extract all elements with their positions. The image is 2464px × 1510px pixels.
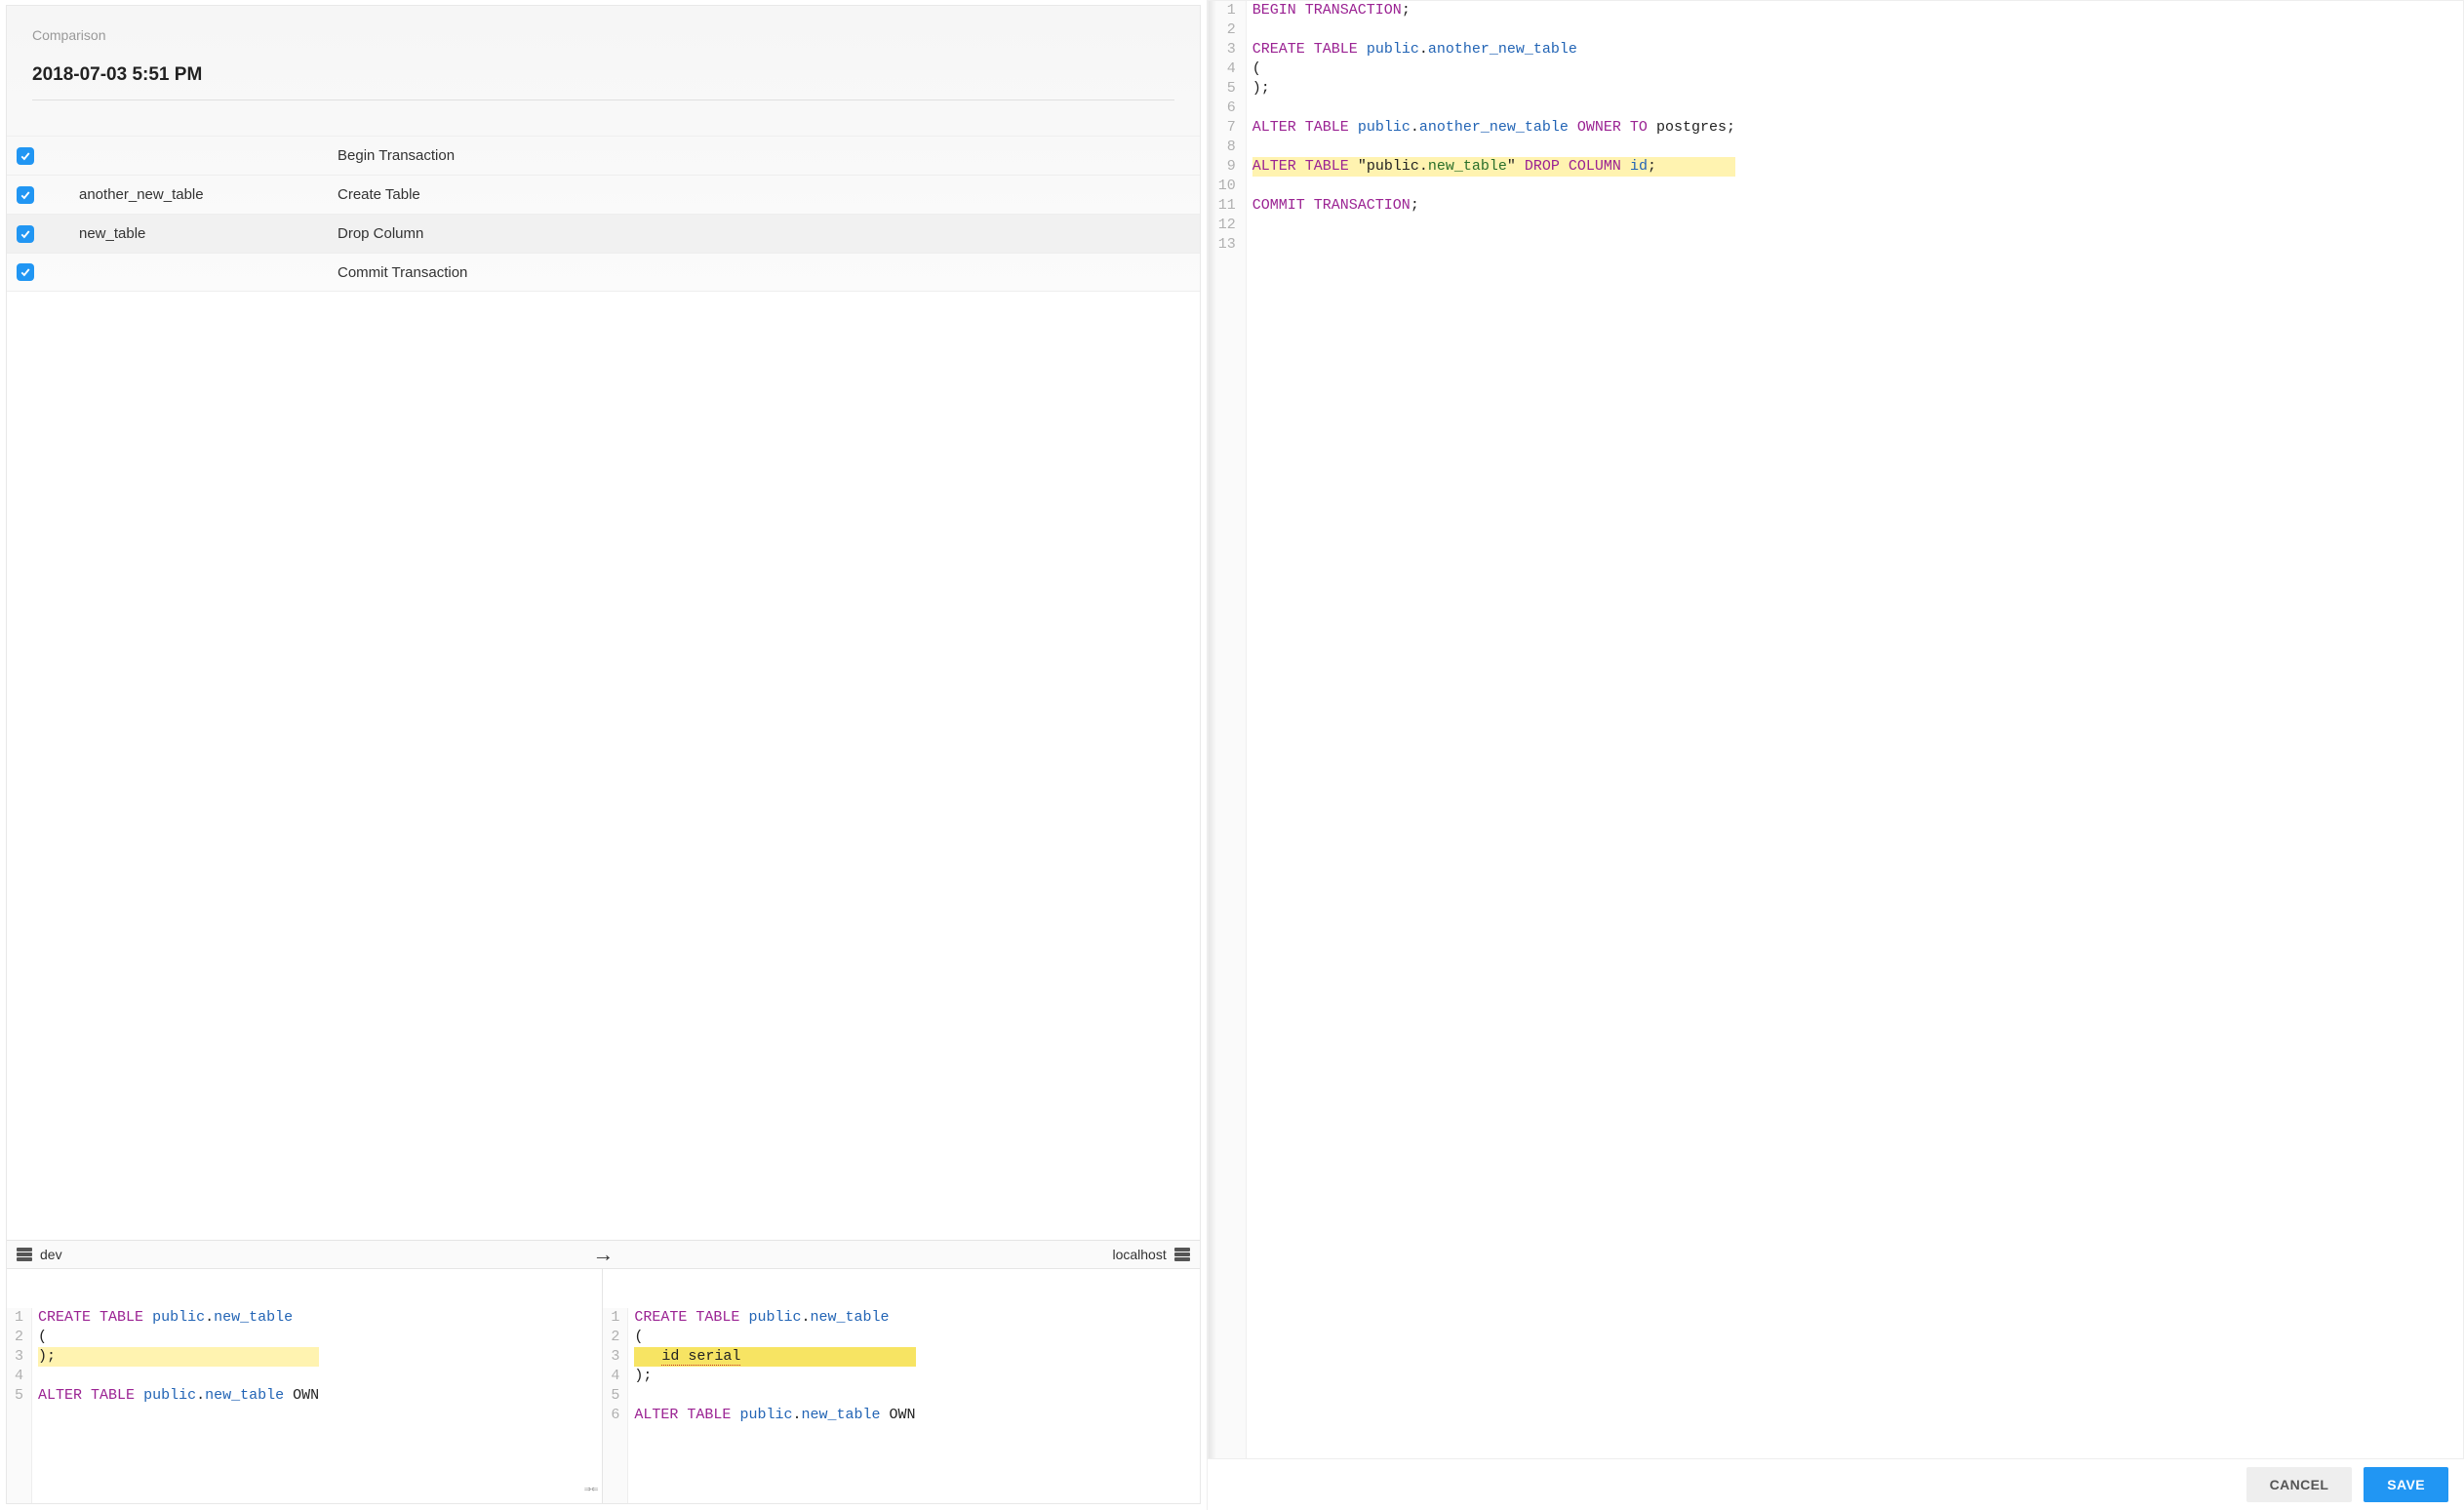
comparison-label: Comparison <box>32 27 1174 43</box>
operation-row[interactable]: Commit Transaction <box>7 253 1200 292</box>
operation-row[interactable]: new_tableDrop Column <box>7 214 1200 253</box>
operation-list: Begin Transaction another_new_tableCreate… <box>7 136 1200 292</box>
operation-row[interactable]: Begin Transaction <box>7 136 1200 175</box>
checkbox[interactable] <box>17 225 34 243</box>
operation-action: Drop Column <box>338 225 423 242</box>
arrow-right-icon: → <box>592 1242 614 1267</box>
operation-name: new_table <box>79 225 338 242</box>
divider <box>32 99 1174 100</box>
button-bar: CANCEL SAVE <box>1208 1459 2464 1510</box>
swap-icon[interactable]: ⇒⇐ <box>584 1480 598 1499</box>
left-panel: Comparison 2018-07-03 5:51 PM Begin Tran… <box>0 0 1208 1510</box>
sql-editor[interactable]: 12345678910111213 BEGIN TRANSACTION;CREA… <box>1208 0 2464 1459</box>
operation-action: Commit Transaction <box>338 264 467 281</box>
comparison-card: Comparison 2018-07-03 5:51 PM Begin Tran… <box>6 5 1201 292</box>
operation-name: another_new_table <box>79 186 338 203</box>
app-root: Comparison 2018-07-03 5:51 PM Begin Tran… <box>0 0 2464 1510</box>
checkbox[interactable] <box>17 263 34 281</box>
server-icon <box>17 1248 32 1261</box>
diff-left[interactable]: 12345 CREATE TABLE public.new_table();AL… <box>7 1269 603 1503</box>
save-button[interactable]: SAVE <box>2364 1467 2448 1502</box>
diff-panel: dev → localhost 12345 CREATE TABLE publi… <box>6 292 1201 1504</box>
connection-left-label: dev <box>40 1247 62 1262</box>
operation-action: Create Table <box>338 186 420 203</box>
operation-row[interactable]: another_new_tableCreate Table <box>7 175 1200 214</box>
diff-view: 12345 CREATE TABLE public.new_table();AL… <box>7 1269 1200 1503</box>
connection-bar: dev → localhost <box>7 1240 1200 1269</box>
checkbox[interactable] <box>17 147 34 165</box>
cancel-button[interactable]: CANCEL <box>2246 1467 2353 1502</box>
connection-right-label: localhost <box>1112 1247 1166 1262</box>
diff-right[interactable]: 123456 CREATE TABLE public.new_table(id … <box>603 1269 1199 1503</box>
checkbox[interactable] <box>17 186 34 204</box>
server-icon <box>1174 1248 1190 1261</box>
operation-action: Begin Transaction <box>338 147 455 164</box>
comparison-timestamp: 2018-07-03 5:51 PM <box>32 64 1174 99</box>
right-panel: 12345678910111213 BEGIN TRANSACTION;CREA… <box>1208 0 2464 1510</box>
